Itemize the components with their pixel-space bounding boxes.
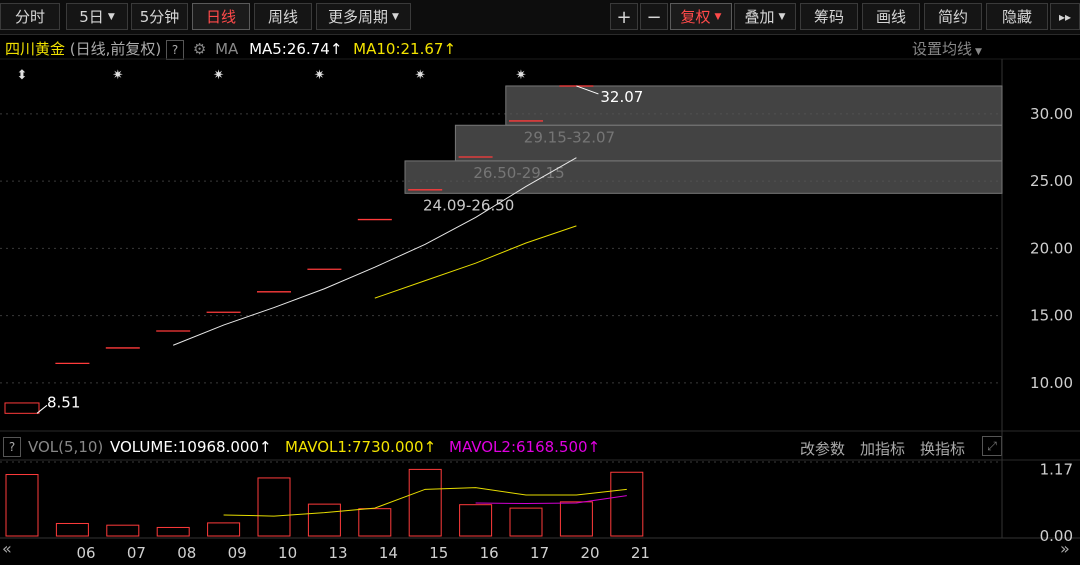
low-label: 8.51: [47, 393, 80, 411]
vol-tick-label: 0.00: [1040, 527, 1073, 545]
ma10-line: [374, 225, 577, 299]
date-tick-label: 21: [631, 544, 650, 562]
volume-bar: [610, 471, 644, 537]
volume-bar: [55, 522, 89, 537]
date-tick-label: 13: [328, 544, 347, 562]
volume-bar: [207, 522, 241, 537]
price-tick-label: 10.00: [1030, 374, 1073, 392]
chip-zone: [505, 85, 1003, 126]
volume-bar: [106, 524, 140, 537]
price-tick-label: 30.00: [1030, 105, 1073, 123]
date-tick-label: 10: [278, 544, 297, 562]
date-tick-label: 16: [480, 544, 499, 562]
event-marker-icon: ✷: [415, 68, 426, 83]
event-marker-icon: ✷: [314, 68, 325, 83]
volume-bar: [358, 508, 392, 537]
date-tick-label: 09: [228, 544, 247, 562]
volume-bar: [509, 507, 543, 537]
volume-bar: [459, 504, 493, 537]
date-tick-label: 20: [580, 544, 599, 562]
chip-zone-label: 24.09-26.50: [423, 196, 514, 214]
date-tick-label: 08: [177, 544, 196, 562]
candle: [4, 402, 40, 414]
event-marker-icon: ✷: [516, 68, 527, 83]
kline-chart[interactable]: 29.15-32.0726.50-29.1524.09-26.50 32.078…: [0, 0, 1080, 565]
event-marker-icon: ✷: [112, 68, 123, 83]
chip-zone: [454, 124, 1003, 162]
event-marker-icon: ✷: [213, 68, 224, 83]
date-tick-label: 17: [530, 544, 549, 562]
volume-bar: [408, 468, 442, 537]
volume-bar: [5, 474, 39, 537]
volume-bar: [257, 477, 291, 537]
price-tick-label: 20.00: [1030, 239, 1073, 257]
mavol2-line: [475, 495, 627, 505]
price-tick-label: 25.00: [1030, 172, 1073, 190]
volume-bar: [307, 503, 341, 537]
price-tick-label: 15.00: [1030, 307, 1073, 325]
date-tick-label: 06: [76, 544, 95, 562]
volume-bar: [559, 501, 593, 537]
volume-bar: [156, 526, 190, 537]
date-tick-label: 07: [127, 544, 146, 562]
high-label: 32.07: [600, 88, 643, 106]
chip-zone: [404, 160, 1003, 194]
vol-tick-label: 1.17: [1040, 460, 1073, 478]
date-tick-label: 14: [379, 544, 398, 562]
event-marker-icon: ⬍: [17, 68, 28, 83]
date-tick-label: 15: [429, 544, 448, 562]
